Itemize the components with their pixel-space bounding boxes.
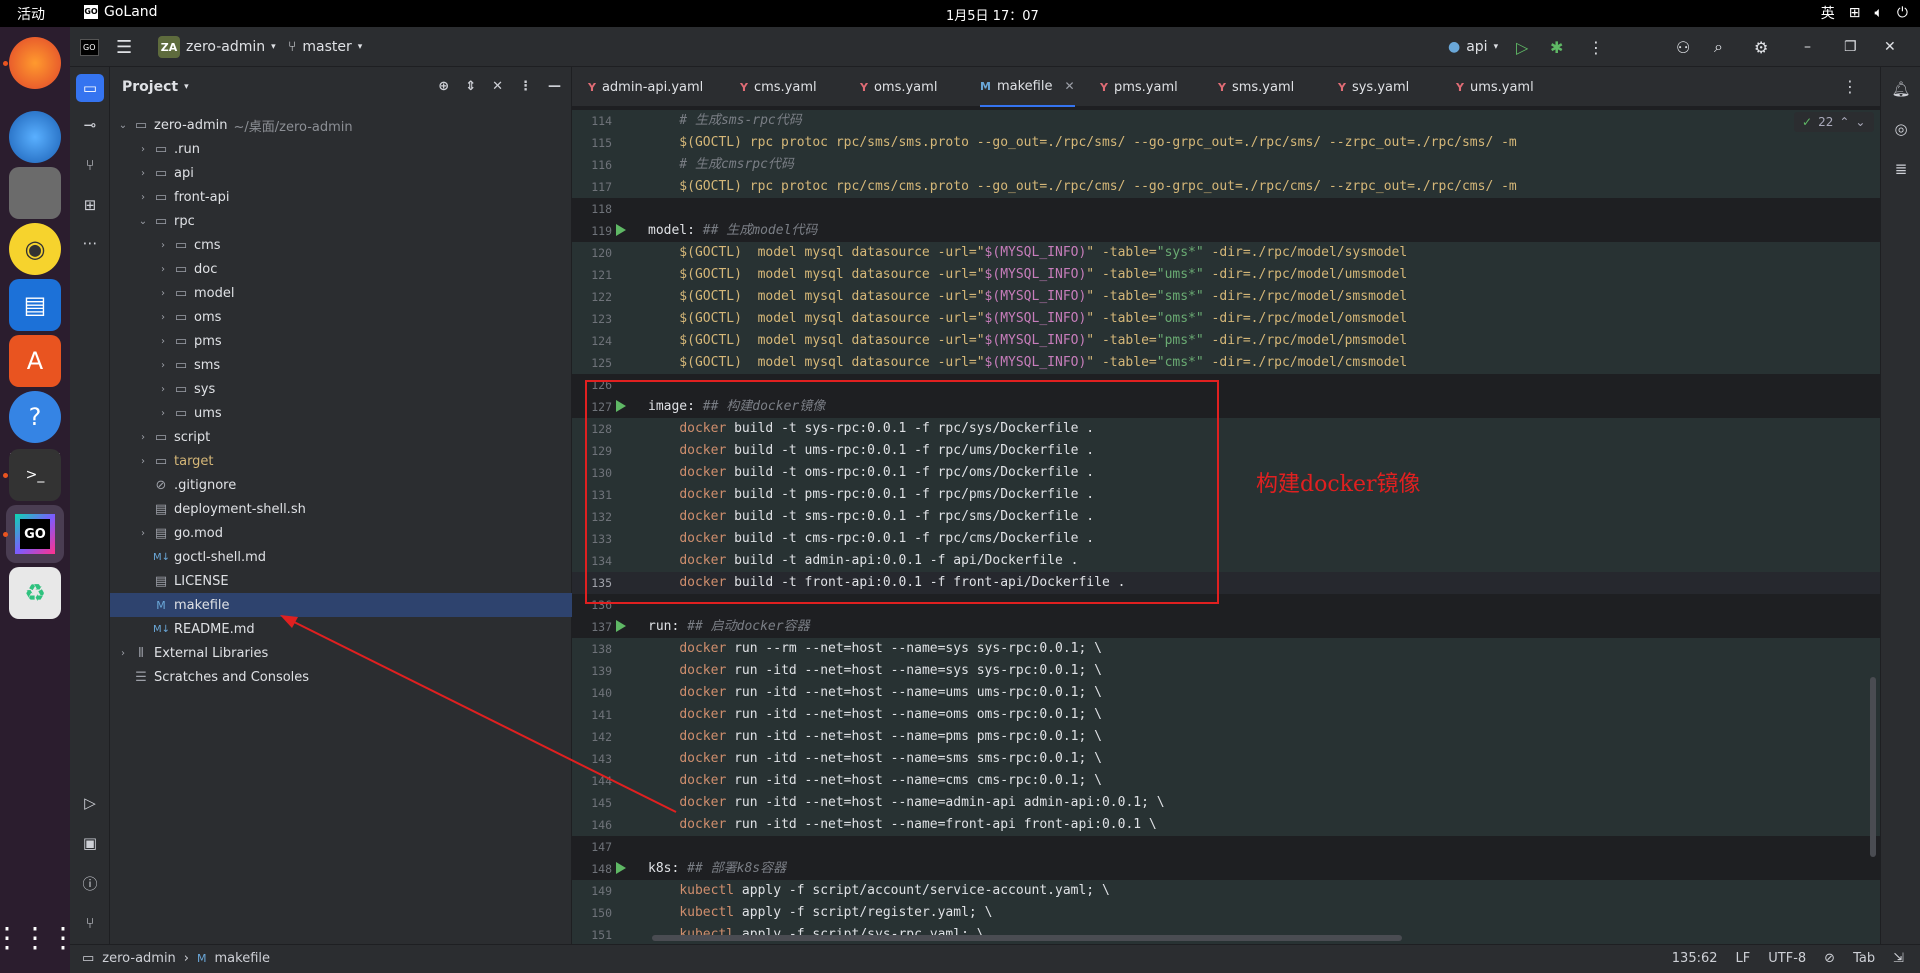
arrow-head bbox=[280, 615, 298, 628]
arrow-line bbox=[283, 616, 677, 813]
annotation-arrow bbox=[280, 615, 677, 813]
